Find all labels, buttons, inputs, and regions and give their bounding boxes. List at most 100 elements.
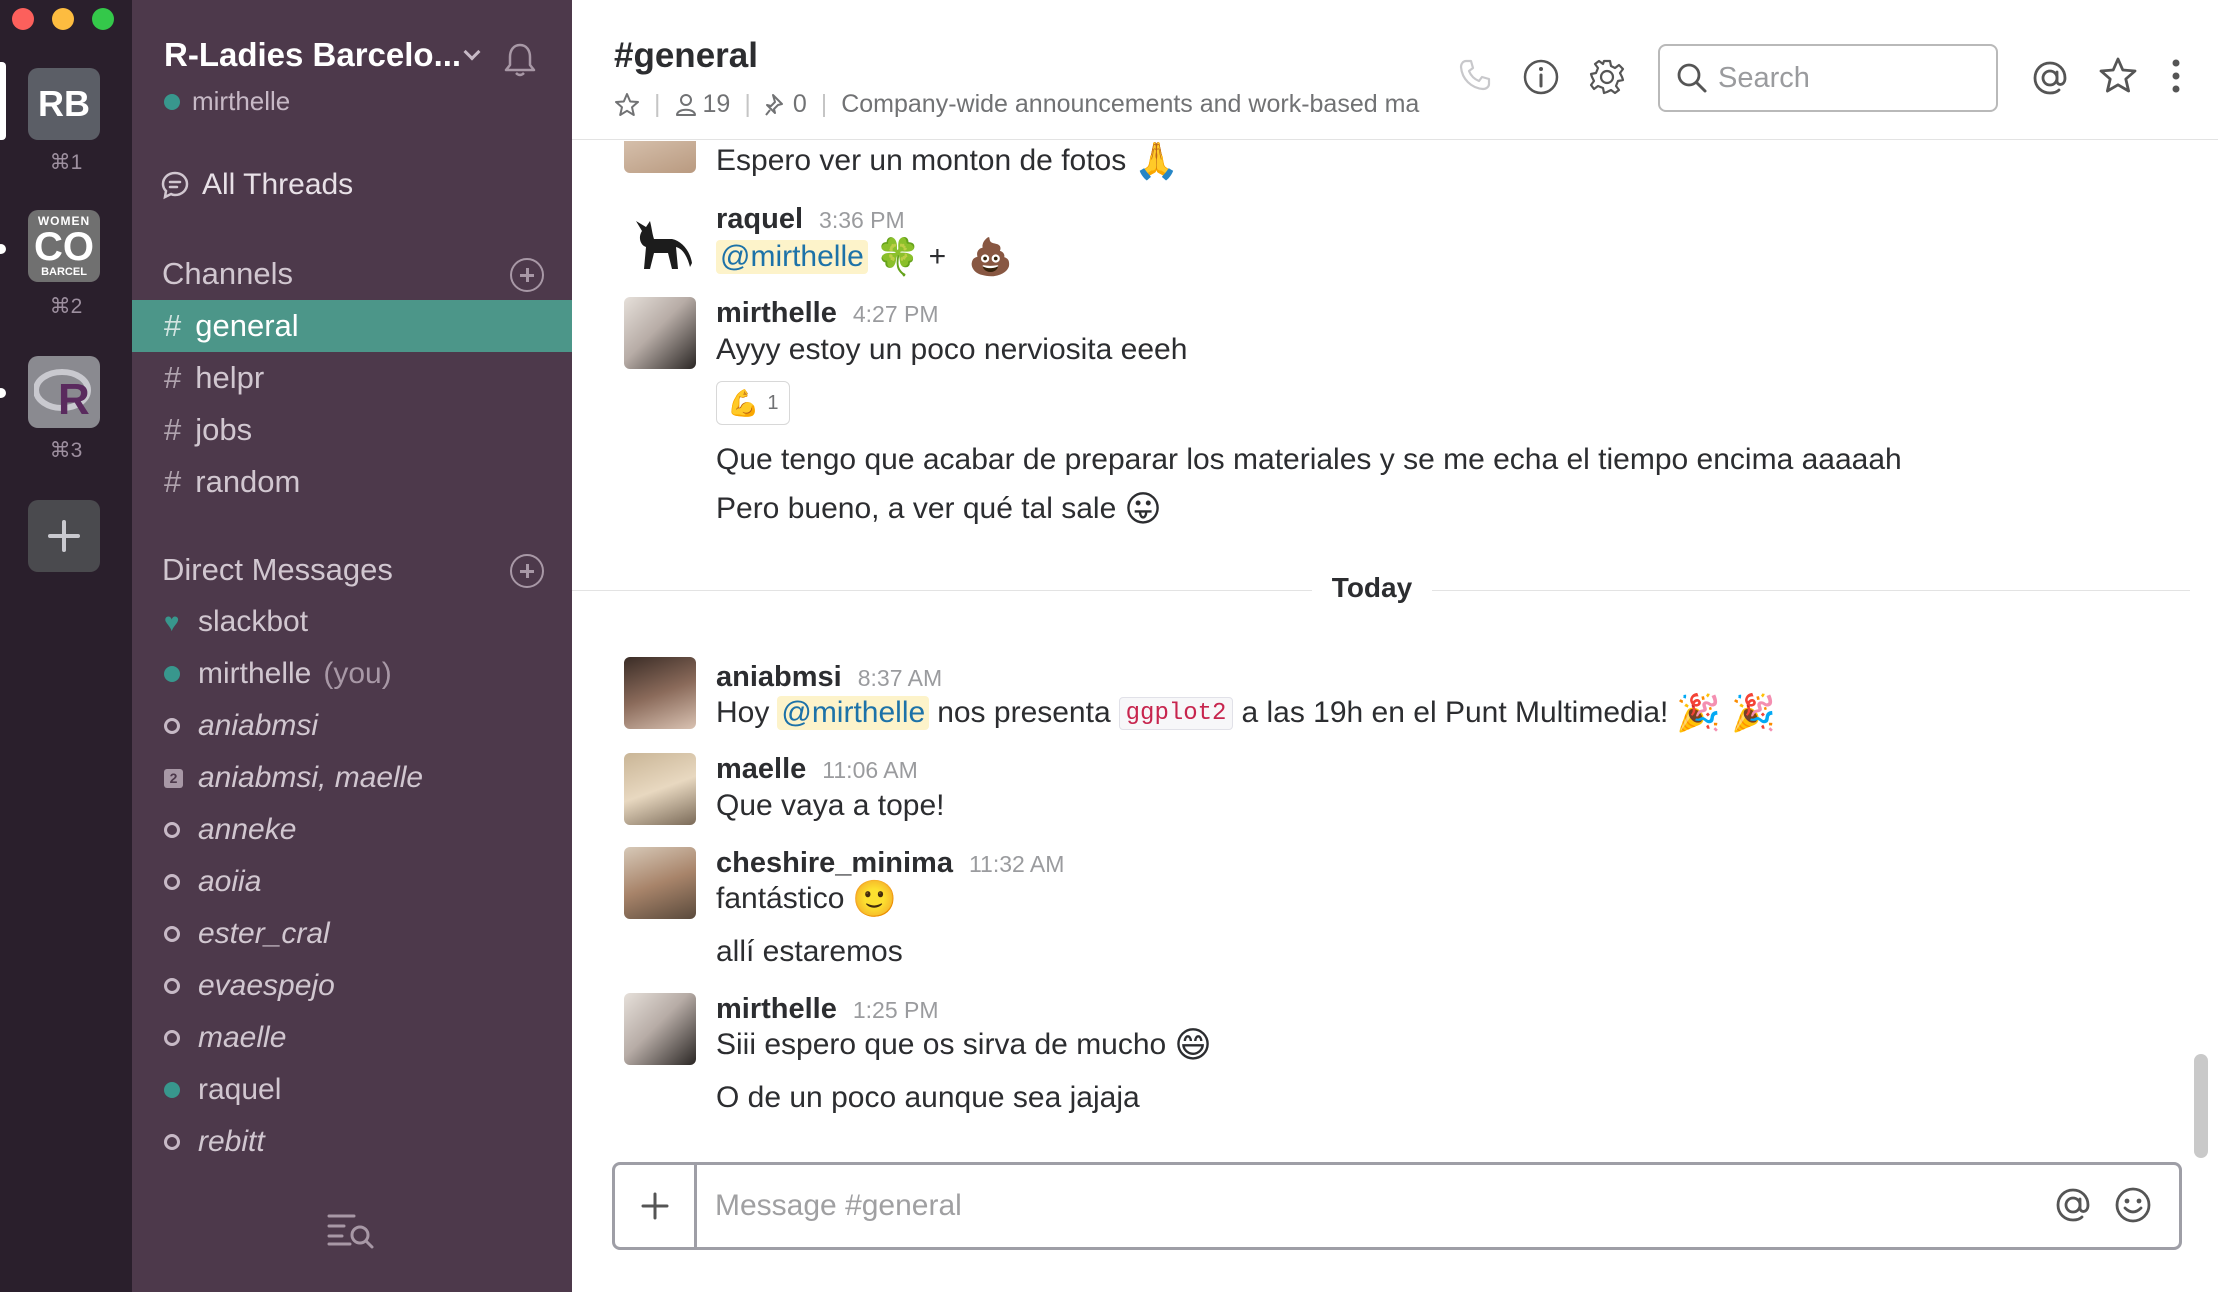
grin-emoji: 😄 — [1174, 1024, 1212, 1065]
more-vertical-icon[interactable] — [2170, 58, 2182, 94]
dm-raquel[interactable]: raquel — [132, 1064, 572, 1116]
message-author[interactable]: maelle — [716, 753, 806, 786]
avatar[interactable] — [624, 657, 696, 729]
presence-online-icon — [164, 666, 180, 682]
workspace-rb[interactable]: RB — [28, 68, 100, 140]
attach-button[interactable] — [615, 1165, 697, 1247]
presence-online-icon — [164, 93, 180, 110]
workspace-shortcut: ⌘2 — [49, 295, 83, 318]
message-timestamp[interactable]: 11:06 AM — [822, 757, 917, 784]
message-header: mirthelle 1:25 PM — [716, 993, 939, 1026]
search-icon — [1677, 63, 1707, 93]
window-zoom-button[interactable] — [92, 8, 114, 30]
channel-topic[interactable]: Company-wide announcements and work-base… — [841, 90, 1419, 119]
workspace-r[interactable]: R — [28, 356, 100, 428]
star-icon[interactable] — [614, 92, 640, 118]
direct-messages-heading[interactable]: Direct Messages — [162, 552, 393, 588]
dm-aoiia[interactable]: aoiia — [132, 856, 572, 908]
hash-icon: # — [164, 464, 182, 499]
flexed-biceps-emoji: 💪 — [727, 387, 760, 418]
window-minimize-button[interactable] — [52, 8, 74, 30]
message-input[interactable] — [715, 1183, 2015, 1229]
day-divider-label: Today — [1312, 572, 1432, 604]
add-direct-message-button[interactable] — [510, 554, 544, 588]
message-author[interactable]: raquel — [716, 203, 803, 236]
dm-aniabmsi[interactable]: aniabmsi — [132, 700, 572, 752]
message-timestamp[interactable]: 3:36 PM — [819, 207, 905, 234]
message-text: Espero ver un monton de fotos 🙏 — [716, 141, 1180, 181]
dm-maelle[interactable]: maelle — [132, 1012, 572, 1064]
info-icon[interactable] — [1522, 58, 1560, 96]
window-close-button[interactable] — [12, 8, 34, 30]
phone-icon[interactable] — [1458, 58, 1492, 92]
message-author[interactable]: mirthelle — [716, 297, 837, 330]
dm-group-aniabmsi-maelle[interactable]: 2 aniabmsi, maelle — [132, 752, 572, 804]
mentions-icon[interactable] — [2030, 58, 2070, 98]
sidebar-item-general[interactable]: # general — [132, 300, 572, 352]
dm-ester-cral[interactable]: ester_cral — [132, 908, 572, 960]
message-text: Pero bueno, a ver qué tal sale 😛 — [716, 488, 1162, 529]
message-list-scrollbar[interactable] — [2194, 1054, 2208, 1158]
avatar[interactable] — [624, 141, 696, 173]
message-author[interactable]: cheshire_minima — [716, 847, 953, 880]
channels-heading[interactable]: Channels — [162, 256, 293, 292]
message-timestamp[interactable]: 4:27 PM — [853, 301, 939, 328]
workspace-women-coders[interactable]: WOMEN CO BARCEL — [28, 210, 100, 282]
message-header: cheshire_minima 11:32 AM — [716, 847, 1064, 880]
user-mention[interactable]: @mirthelle — [777, 696, 930, 730]
quick-switcher-icon[interactable] — [326, 1210, 376, 1250]
all-threads-link[interactable]: All Threads — [160, 168, 353, 202]
channel-title[interactable]: #general — [614, 36, 758, 76]
sidebar-item-random[interactable]: # random — [132, 456, 572, 508]
search-box[interactable] — [1658, 44, 1998, 112]
message-text: Que vaya a tope! — [716, 789, 945, 822]
dm-rebitt[interactable]: rebitt — [132, 1116, 572, 1168]
hash-icon: # — [164, 360, 182, 395]
gear-icon[interactable] — [1588, 58, 1626, 96]
avatar[interactable] — [624, 753, 696, 825]
threads-icon — [161, 171, 189, 200]
message-text: O de un poco aunque sea jajaja — [716, 1081, 1140, 1114]
member-count[interactable]: 19 — [675, 90, 730, 119]
starred-items-icon[interactable] — [2098, 56, 2138, 96]
sidebar-item-jobs[interactable]: # jobs — [132, 404, 572, 456]
avatar[interactable] — [624, 207, 696, 279]
hash-icon: # — [164, 308, 182, 343]
svg-text:R: R — [58, 375, 90, 420]
user-mention[interactable]: @mirthelle — [716, 240, 868, 274]
message-timestamp[interactable]: 8:37 AM — [858, 665, 942, 692]
team-name[interactable]: R-Ladies Barcelo... — [164, 36, 461, 74]
add-workspace-button[interactable] — [28, 500, 100, 572]
pin-icon — [765, 93, 783, 116]
search-input[interactable] — [1718, 61, 1968, 95]
mention-insert-icon[interactable] — [2053, 1185, 2093, 1225]
message-header: aniabmsi 8:37 AM — [716, 661, 942, 694]
avatar[interactable] — [624, 847, 696, 919]
reaction-button[interactable]: 💪 1 — [716, 381, 790, 425]
dm-slackbot[interactable]: ♥ slackbot — [132, 596, 572, 648]
message-text: Hoy @mirthelle nos presenta ggplot2 a la… — [716, 692, 1777, 733]
add-channel-button[interactable] — [510, 258, 544, 292]
message-author[interactable]: aniabmsi — [716, 661, 842, 694]
message-timestamp[interactable]: 1:25 PM — [853, 997, 939, 1024]
dm-evaespejo[interactable]: evaespejo — [132, 960, 572, 1012]
pinned-count[interactable]: 0 — [765, 90, 807, 119]
emoji-picker-icon[interactable] — [2113, 1185, 2153, 1225]
message-author[interactable]: mirthelle — [716, 993, 837, 1026]
channel-header: #general | 19 | 0 | Company-wide announc… — [572, 0, 2218, 140]
chevron-down-icon[interactable] — [463, 43, 481, 61]
slight-smile-emoji: 🙂 — [852, 878, 898, 919]
dm-mirthelle[interactable]: mirthelle (you) — [132, 648, 572, 700]
message-text: @mirthelle 🍀 + 💩 — [716, 239, 1013, 275]
party-popper-emoji: 🎉 🎉 — [1676, 692, 1777, 733]
bell-icon[interactable] — [504, 42, 536, 78]
avatar[interactable] — [624, 297, 696, 369]
current-user[interactable]: mirthelle — [164, 86, 290, 117]
message-timestamp[interactable]: 11:32 AM — [969, 851, 1064, 878]
message-composer — [612, 1162, 2182, 1250]
presence-away-icon — [164, 874, 180, 890]
sidebar-item-helpr[interactable]: # helpr — [132, 352, 572, 404]
avatar[interactable] — [624, 993, 696, 1065]
dm-anneke[interactable]: anneke — [132, 804, 572, 856]
hash-icon: # — [164, 412, 182, 447]
